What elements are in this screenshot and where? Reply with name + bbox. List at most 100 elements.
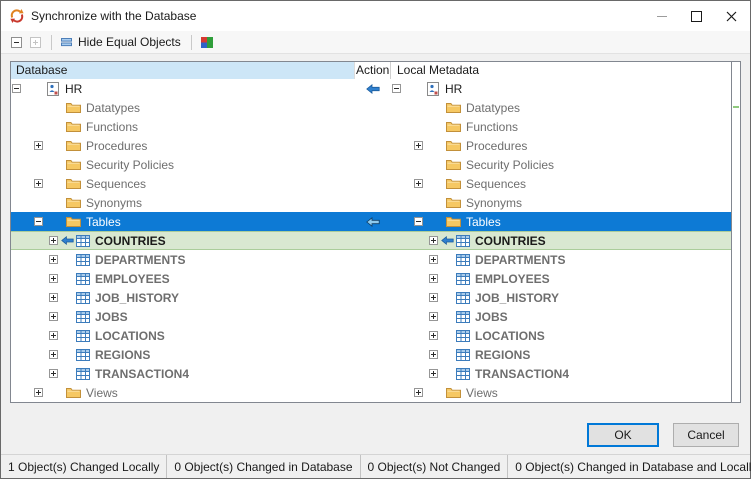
folder-icon [66,387,81,399]
tree-row-locations[interactable]: LOCATIONSLOCATIONS [11,326,731,345]
table-icon-slot [456,235,470,247]
close-button[interactable] [714,2,749,31]
expander-placeholder [414,198,423,207]
tree-row-datatypes[interactable]: DatatypesDatatypes [11,98,731,117]
tree-row-functions[interactable]: FunctionsFunctions [11,117,731,136]
expander-placeholder [34,160,43,169]
tree-expander-plus[interactable] [34,141,43,150]
indent-spacer [401,88,426,89]
toolbar: Hide Equal Objects [1,31,750,54]
tree-row-transaction4[interactable]: TRANSACTION4TRANSACTION4 [11,364,731,383]
indent-spacer [11,240,49,241]
cancel-button[interactable]: Cancel [673,423,739,447]
tree-row-jobs[interactable]: JOBSJOBS [11,307,731,326]
tree-row-sequences[interactable]: SequencesSequences [11,174,731,193]
tree-expander-plus[interactable] [429,255,438,264]
column-header-action[interactable]: Action [355,62,391,79]
tree-item-label: TRANSACTION4 [475,367,569,381]
indent-spacer [58,316,61,317]
ok-button[interactable]: OK [587,423,659,447]
collapse-expander-icon [34,217,43,226]
tree-item-label: REGIONS [95,348,150,362]
table-icon [76,235,90,247]
tree-row-synonyms[interactable]: SynonymsSynonyms [11,193,731,212]
indent-spacer [423,221,446,222]
hide-equal-objects-button[interactable]: Hide Equal Objects [57,33,184,51]
tree-expander-minus[interactable] [414,217,423,226]
tree-expander-plus[interactable] [34,388,43,397]
folder-icon-slot [446,140,461,152]
indent-spacer [438,373,441,374]
indent-spacer [11,164,34,165]
tree-expander-minus[interactable] [392,84,401,93]
tree-expander-plus[interactable] [49,293,58,302]
tree-expander-plus[interactable] [429,312,438,321]
indent-spacer [391,221,414,222]
tree-row-regions[interactable]: REGIONSREGIONS [11,345,731,364]
tree-row-security-policies[interactable]: Security PoliciesSecurity Policies [11,155,731,174]
maximize-button[interactable] [679,2,714,31]
tree-expander-plus[interactable] [429,369,438,378]
tree-expander-plus[interactable] [429,274,438,283]
folder-icon-slot [66,102,81,114]
tree-row-tables[interactable]: TablesTables [11,212,731,231]
action-cell [355,364,391,383]
folder-icon [66,197,81,209]
table-icon [456,235,470,247]
tree-expander-plus[interactable] [49,350,58,359]
folder-icon-slot [66,140,81,152]
folder-icon-slot [66,178,81,190]
indent-spacer [391,202,414,203]
tree-row-employees[interactable]: EMPLOYEESEMPLOYEES [11,269,731,288]
local-metadata-tree-cell: Security Policies [391,155,731,174]
indent-spacer [391,278,429,279]
folder-icon-slot [66,121,81,133]
expand-all-icon [30,37,41,48]
folder-icon-slot [446,197,461,209]
tree-expander-plus[interactable] [414,179,423,188]
table-icon-slot [456,368,470,380]
color-legend-button[interactable] [197,34,217,51]
indent-spacer [43,183,66,184]
tree-expander-plus[interactable] [49,255,58,264]
tree-item-label: Datatypes [466,101,520,115]
tree-expander-plus[interactable] [414,388,423,397]
minimize-button[interactable] [644,2,679,31]
tree-expander-plus[interactable] [49,236,58,245]
tree-row-countries[interactable]: COUNTRIESCOUNTRIES [11,231,731,250]
tree-row-procedures[interactable]: ProceduresProcedures [11,136,731,155]
status-changed-in-database: 0 Object(s) Changed in Database [167,455,360,478]
tree-expander-plus[interactable] [429,293,438,302]
tree-expander-plus[interactable] [429,331,438,340]
tree-item-label: Security Policies [466,158,554,172]
indent-spacer [58,373,61,374]
tree-row-hr[interactable]: HRHR [11,79,731,98]
action-cell [355,269,391,288]
tree-expander-plus[interactable] [49,312,58,321]
tree-row-job-history[interactable]: JOB_HISTORYJOB_HISTORY [11,288,731,307]
column-header-database[interactable]: Database [11,62,355,79]
tree-item-label: LOCATIONS [95,329,165,343]
expand-all-button[interactable] [27,35,44,50]
tree-expander-plus[interactable] [34,179,43,188]
indent-spacer [11,259,49,260]
tree-expander-minus[interactable] [34,217,43,226]
indent-spacer [43,392,66,393]
tree-expander-plus[interactable] [429,236,438,245]
tree-expander-plus[interactable] [414,141,423,150]
database-tree-cell: Functions [11,117,355,136]
tree-expander-plus[interactable] [429,350,438,359]
tree-row-views[interactable]: ViewsViews [11,383,731,402]
folder-icon [66,102,81,114]
table-icon [456,330,470,342]
tree-expander-plus[interactable] [49,369,58,378]
tree-expander-plus[interactable] [49,274,58,283]
tree-row-departments[interactable]: DEPARTMENTSDEPARTMENTS [11,250,731,269]
collapse-all-button[interactable] [8,35,25,50]
indent-spacer [438,297,441,298]
tree-expander-plus[interactable] [49,331,58,340]
tree-expander-minus[interactable] [12,84,21,93]
table-icon [456,273,470,285]
overview-ruler[interactable] [731,62,740,402]
column-header-local-metadata[interactable]: Local Metadata [391,62,731,79]
